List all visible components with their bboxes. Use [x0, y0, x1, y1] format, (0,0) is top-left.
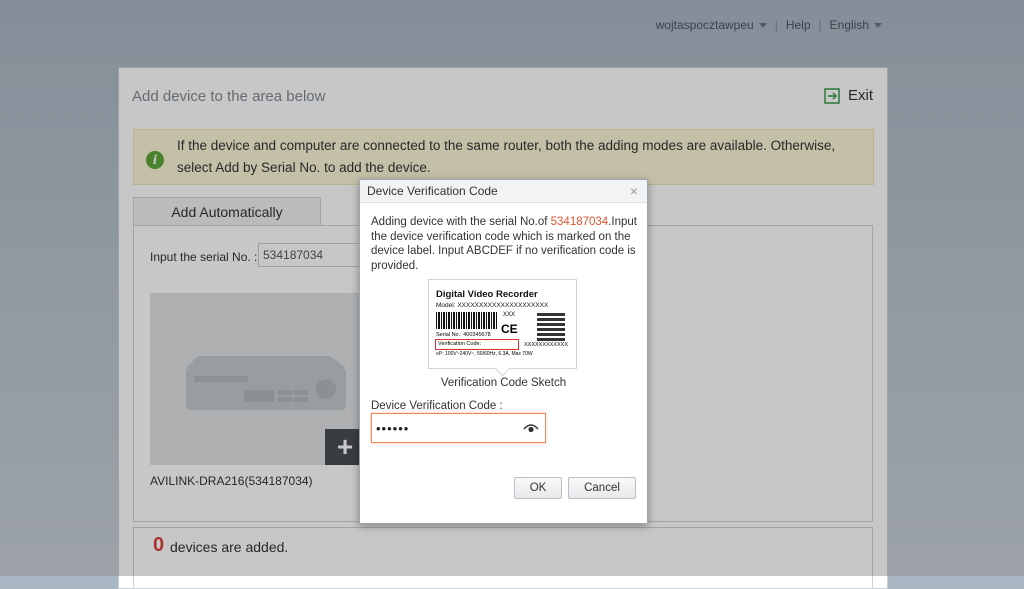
dialog-description: Adding device with the serial No.of 5341…	[371, 215, 639, 273]
dialog-header: Device Verification Code ×	[360, 180, 647, 203]
sketch-pointer	[494, 360, 511, 377]
ce-mark: CE	[501, 322, 518, 336]
ok-button[interactable]: OK	[514, 477, 562, 499]
barcode-icon	[436, 312, 498, 329]
sketch-serial: Serial No.: 400345678	[436, 332, 491, 338]
sketch-title: Digital Video Recorder	[436, 289, 538, 300]
verification-dialog: Device Verification Code × Adding device…	[359, 179, 648, 524]
verification-code-input[interactable]: ••••••	[371, 413, 546, 443]
sketch-x-code: XXXXXXXXXXXX	[524, 342, 569, 348]
qr-code-icon	[537, 313, 565, 341]
sketch-verification: Verification Code:	[435, 339, 519, 350]
verification-code-label: Device Verification Code :	[371, 400, 503, 412]
close-icon[interactable]: ×	[630, 180, 638, 202]
eye-icon[interactable]	[523, 421, 539, 435]
sketch-xxx: XXX	[503, 312, 516, 318]
desc-prefix: Adding device with the serial No.of	[371, 216, 551, 228]
sketch-power: ≡P: 100V~240V~, 50/60Hz, 6.3A, Max 70W	[436, 351, 533, 357]
cancel-button[interactable]: Cancel	[568, 477, 636, 499]
sketch-model: Model: XXXXXXXXXXXXXXXXXXXXX	[436, 302, 549, 309]
serial-number: 534187034	[550, 216, 609, 228]
sketch-caption: Verification Code Sketch	[440, 377, 567, 389]
verification-code-value: ••••••	[376, 421, 410, 436]
verification-sketch: Digital Video Recorder Model: XXXXXXXXXX…	[428, 279, 577, 377]
dialog-title: Device Verification Code	[367, 184, 498, 198]
